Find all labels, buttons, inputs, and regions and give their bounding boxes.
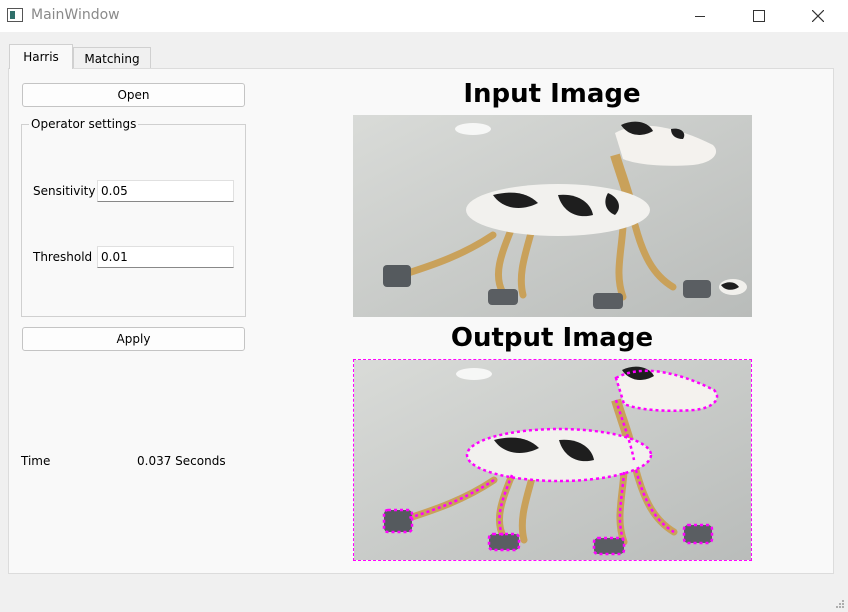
minimize-button[interactable] (671, 0, 729, 32)
time-value: 0.037 Seconds (137, 454, 226, 468)
sensitivity-label: Sensitivity (33, 184, 96, 198)
operator-settings-group (21, 124, 246, 317)
sensitivity-input[interactable]: 0.05 (97, 180, 234, 202)
input-image-title: Input Image (463, 79, 641, 109)
title-bar[interactable]: MainWindow (0, 0, 848, 32)
resize-grip-icon[interactable] (835, 599, 845, 609)
tab-matching[interactable]: Matching (73, 47, 151, 69)
maximize-icon (753, 10, 765, 22)
operator-settings-title: Operator settings (29, 117, 139, 131)
output-image-title: Output Image (450, 323, 654, 353)
close-icon (812, 10, 824, 22)
apply-button[interactable]: Apply (22, 327, 245, 351)
minimize-icon (695, 15, 705, 17)
threshold-label: Threshold (33, 250, 93, 264)
input-image (353, 115, 752, 317)
open-button[interactable]: Open (22, 83, 245, 107)
app-icon (7, 8, 23, 22)
maximize-button[interactable] (730, 0, 788, 32)
tab-harris[interactable]: Harris (9, 44, 73, 69)
threshold-input[interactable]: 0.01 (97, 246, 234, 268)
time-label: Time (21, 454, 51, 468)
close-button[interactable] (789, 0, 847, 32)
output-image (353, 359, 752, 561)
window-title: MainWindow (31, 7, 120, 23)
